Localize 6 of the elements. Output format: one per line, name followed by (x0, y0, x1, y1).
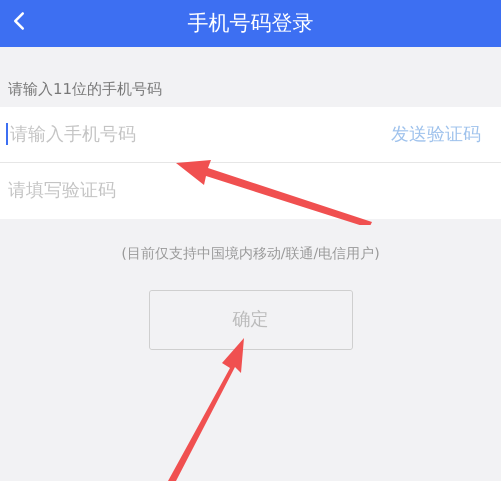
send-code-link[interactable]: 发送验证码 (391, 120, 481, 148)
phone-hint: 请输入11位的手机号码 (8, 79, 164, 100)
phone-field[interactable]: 请输入手机号码 (10, 120, 391, 148)
support-note: (目前仅支持中国境内移动/联通/电信用户) (120, 244, 381, 264)
code-field[interactable]: 请填写验证码 (8, 177, 501, 204)
page-title: 手机号码登录 (188, 10, 314, 37)
